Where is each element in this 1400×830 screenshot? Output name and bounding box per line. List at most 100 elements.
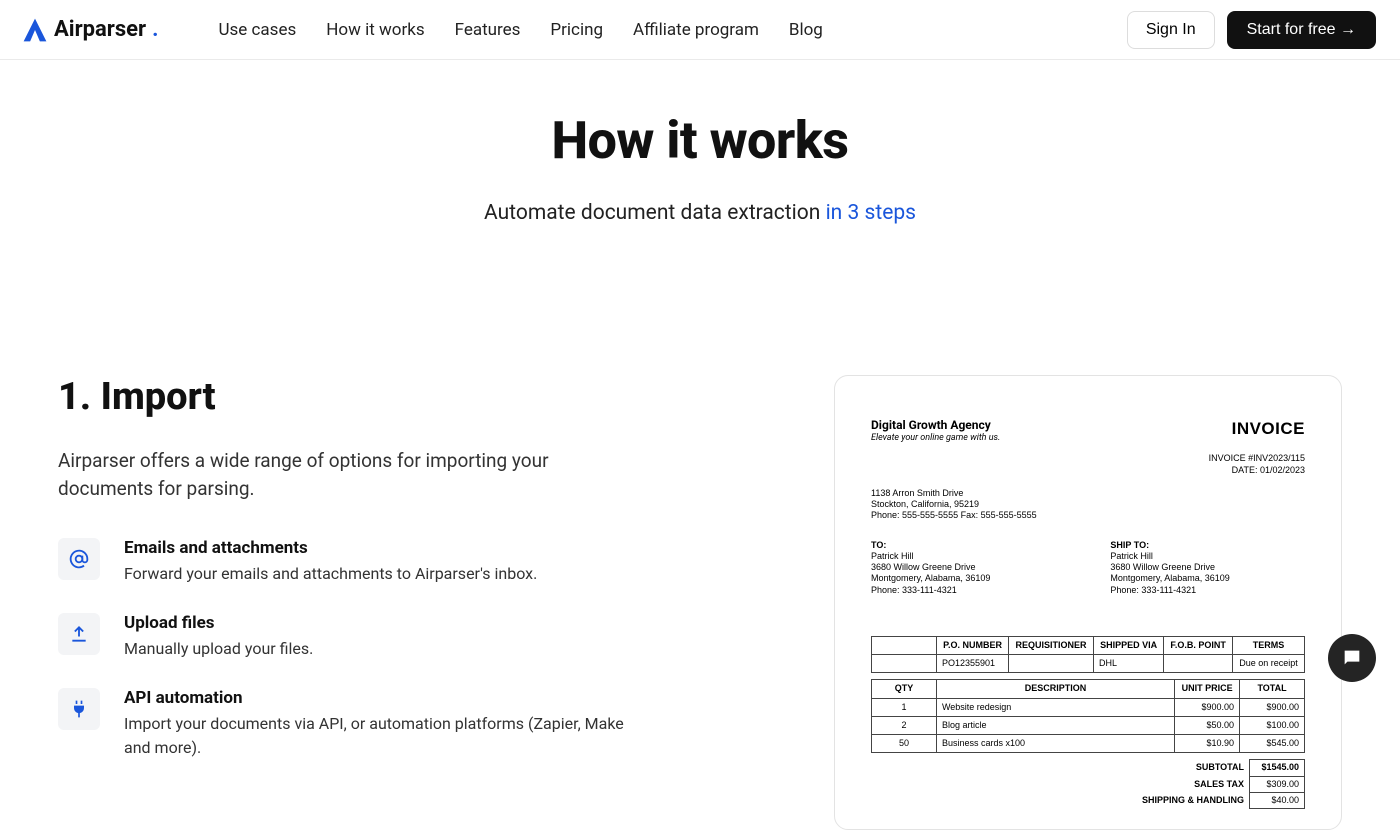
r1-desc: Blog article (936, 716, 1174, 734)
ship-to-l2: Montgomery, Alabama, 36109 (1110, 573, 1229, 584)
invoice-label: INVOICE (1209, 418, 1305, 439)
th-fob: F.O.B. POINT (1164, 636, 1233, 654)
at-icon (58, 538, 100, 580)
td-req (1009, 655, 1094, 673)
invoice-company-name: Digital Growth Agency (871, 418, 1000, 433)
ship-label: SHIPPING & HANDLING (871, 792, 1250, 808)
r2-desc: Business cards x100 (936, 735, 1174, 753)
primary-nav: Use cases How it works Features Pricing … (219, 20, 823, 40)
brand-logo[interactable]: Airparser. (22, 17, 159, 42)
feature-emails-desc: Forward your emails and attachments to A… (124, 562, 537, 585)
r0-qty: 1 (872, 698, 937, 716)
meta-table-row: PO12355901 DHL Due on receipt (872, 655, 1305, 673)
import-section: 1. Import Airparser offers a wide range … (0, 375, 1400, 830)
tax-label: SALES TAX (871, 776, 1250, 792)
r1-total: $100.00 (1240, 716, 1305, 734)
th-req: REQUISITIONER (1009, 636, 1094, 654)
r0-desc: Website redesign (936, 698, 1174, 716)
ship-value: $40.00 (1250, 792, 1305, 808)
bill-to-l1: 3680 Willow Greene Drive (871, 562, 990, 573)
ship-to-l3: Phone: 333-111-4321 (1110, 585, 1229, 596)
hero-sub-accent: in 3 steps (826, 201, 916, 225)
td-po: PO12355901 (936, 655, 1008, 673)
invoice-totals: SUBTOTAL $1545.00 SALES TAX $309.00 SHIP… (871, 759, 1305, 809)
invoice-document: Digital Growth Agency Elevate your onlin… (834, 375, 1342, 830)
nav-how-it-works[interactable]: How it works (326, 20, 424, 40)
signin-button[interactable]: Sign In (1127, 11, 1215, 49)
ship-to-l1: 3680 Willow Greene Drive (1110, 562, 1229, 573)
nav-use-cases[interactable]: Use cases (219, 20, 297, 40)
bill-to-l3: Phone: 333-111-4321 (871, 585, 990, 596)
feature-api: API automation Import your documents via… (58, 688, 700, 758)
th-via: SHIPPED VIA (1093, 636, 1163, 654)
feature-upload-desc: Manually upload your files. (124, 637, 313, 660)
co-addr-l1: 1138 Arron Smith Drive (871, 488, 1305, 499)
nav-affiliate[interactable]: Affiliate program (633, 20, 759, 40)
co-addr-l3: Phone: 555-555-5555 Fax: 555-555-5555 (871, 510, 1305, 521)
chat-icon (1341, 647, 1363, 669)
td-terms: Due on receipt (1233, 655, 1305, 673)
chat-button[interactable] (1328, 634, 1376, 682)
brand-icon (22, 18, 48, 42)
brand-dot: . (152, 17, 158, 42)
ship-to-name: Patrick Hill (1110, 551, 1229, 562)
r1-qty: 2 (872, 716, 937, 734)
bill-to-label: TO: (871, 540, 990, 551)
plug-icon (58, 688, 100, 730)
section-heading: 1. Import (58, 375, 700, 419)
td-fob (1164, 655, 1233, 673)
r0-unit: $900.00 (1175, 698, 1240, 716)
feature-emails: Emails and attachments Forward your emai… (58, 538, 700, 585)
import-text-column: 1. Import Airparser offers a wide range … (58, 375, 700, 787)
th-terms: TERMS (1233, 636, 1305, 654)
item-row: 1 Website redesign $900.00 $900.00 (872, 698, 1305, 716)
co-addr-l2: Stockton, California, 95219 (871, 499, 1305, 510)
section-intro: Airparser offers a wide range of options… (58, 447, 598, 502)
tax-value: $309.00 (1250, 776, 1305, 792)
th-po: P.O. NUMBER (936, 636, 1008, 654)
nav-pricing[interactable]: Pricing (550, 20, 603, 40)
invoice-company-address: 1138 Arron Smith Drive Stockton, Califor… (871, 488, 1305, 522)
item-row: 2 Blog article $50.00 $100.00 (872, 716, 1305, 734)
th-desc: DESCRIPTION (936, 680, 1174, 698)
invoice-date: DATE: 01/02/2023 (1209, 465, 1305, 476)
r1-unit: $50.00 (1175, 716, 1240, 734)
feature-upload-title: Upload files (124, 613, 313, 633)
feature-emails-title: Emails and attachments (124, 538, 537, 558)
site-header: Airparser. Use cases How it works Featur… (0, 0, 1400, 60)
feature-api-desc: Import your documents via API, or automa… (124, 712, 624, 758)
invoice-preview-column: Digital Growth Agency Elevate your onlin… (740, 375, 1342, 830)
start-free-button[interactable]: Start for free → (1227, 11, 1376, 49)
subtotal-value: $1545.00 (1250, 760, 1305, 776)
r2-qty: 50 (872, 735, 937, 753)
header-actions: Sign In Start for free → (1127, 11, 1376, 49)
invoice-ship-to: SHIP TO: Patrick Hill 3680 Willow Greene… (1110, 540, 1229, 596)
subtotal-label: SUBTOTAL (871, 760, 1250, 776)
bill-to-l2: Montgomery, Alabama, 36109 (871, 573, 990, 584)
th-qty: QTY (872, 680, 937, 698)
r2-unit: $10.90 (1175, 735, 1240, 753)
brand-name: Airparser (54, 17, 146, 42)
upload-icon (58, 613, 100, 655)
hero-sub-text: Automate document data extraction (484, 201, 826, 225)
invoice-meta-table: P.O. NUMBER REQUISITIONER SHIPPED VIA F.… (871, 636, 1305, 674)
item-row: 50 Business cards x100 $10.90 $545.00 (872, 735, 1305, 753)
hero-subtitle: Automate document data extraction in 3 s… (0, 201, 1400, 225)
invoice-bill-to: TO: Patrick Hill 3680 Willow Greene Driv… (871, 540, 990, 596)
feature-api-title: API automation (124, 688, 624, 708)
th-unit: UNIT PRICE (1175, 680, 1240, 698)
td-via: DHL (1093, 655, 1163, 673)
invoice-company-tagline: Elevate your online game with us. (871, 433, 1000, 444)
nav-blog[interactable]: Blog (789, 20, 823, 40)
bill-to-name: Patrick Hill (871, 551, 990, 562)
page-title: How it works (0, 110, 1400, 171)
invoice-items-table: QTY DESCRIPTION UNIT PRICE TOTAL 1 Websi… (871, 679, 1305, 753)
r0-total: $900.00 (1240, 698, 1305, 716)
nav-features[interactable]: Features (455, 20, 521, 40)
ship-to-label: SHIP TO: (1110, 540, 1229, 551)
th-total: TOTAL (1240, 680, 1305, 698)
feature-upload: Upload files Manually upload your files. (58, 613, 700, 660)
invoice-number: INVOICE #INV2023/115 (1209, 453, 1305, 464)
hero-section: How it works Automate document data extr… (0, 110, 1400, 225)
r2-total: $545.00 (1240, 735, 1305, 753)
